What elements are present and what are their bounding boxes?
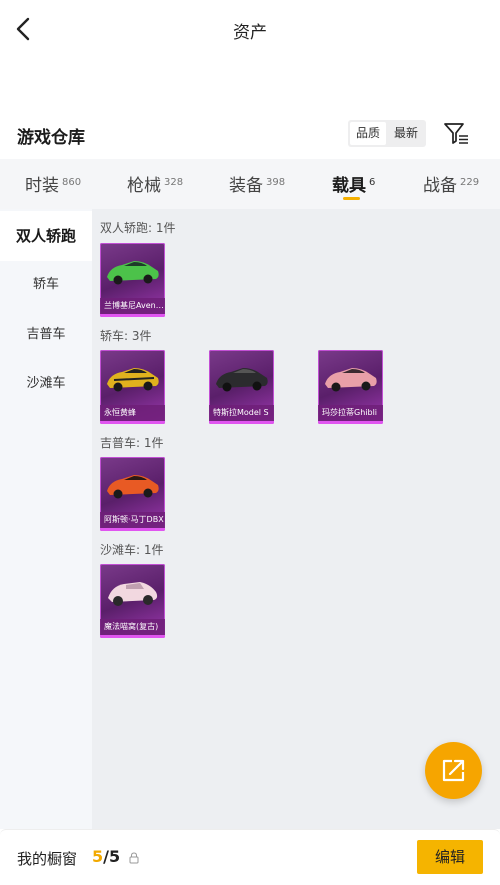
vehicle-name: 玛莎拉蒂Ghibli xyxy=(318,405,383,421)
vehicle-card[interactable]: 兰博基尼Aventador xyxy=(100,243,165,317)
tab-firearms[interactable]: 枪械 328 xyxy=(127,171,183,196)
tab-count: 398 xyxy=(266,177,286,188)
vehicle-card[interactable]: 玛莎拉蒂Ghibli xyxy=(318,350,383,424)
tab-count: 6 xyxy=(369,177,376,188)
sidebar-item-buggy[interactable]: 沙滩车 xyxy=(0,359,92,409)
share-icon xyxy=(442,759,465,782)
tab-label: 战备 xyxy=(423,176,457,196)
tab-vehicles[interactable]: 载具 6 xyxy=(332,171,375,196)
category-tabs: 时装 860 枪械 328 装备 398 载具 6 战备 229 xyxy=(0,159,500,209)
sort-quality-button[interactable]: 品质 xyxy=(350,122,386,145)
car-icon xyxy=(325,368,377,392)
tab-equipment[interactable]: 装备 398 xyxy=(229,171,285,196)
vehicle-name: 特斯拉Model S xyxy=(209,405,274,421)
tab-label: 载具 xyxy=(332,176,366,196)
tab-gear[interactable]: 战备 229 xyxy=(423,171,479,196)
car-icon xyxy=(108,582,158,606)
showcase-count: 5/5 xyxy=(92,847,120,866)
active-tab-indicator xyxy=(343,197,360,200)
showcase-count-current: 5 xyxy=(92,847,104,866)
group-title-jeep: 吉普车: 1件 xyxy=(100,436,164,450)
sidebar-item-jeep[interactable]: 吉普车 xyxy=(0,310,92,360)
filter-icon[interactable] xyxy=(443,121,469,145)
vehicle-name: 阿斯顿·马丁DBX xyxy=(100,512,165,528)
showcase-count-total: /5 xyxy=(103,847,121,866)
vehicle-name: 兰博基尼Aventador xyxy=(100,298,165,314)
tab-fashion[interactable]: 时装 860 xyxy=(25,171,81,196)
warehouse-title: 游戏仓库 xyxy=(17,128,85,148)
car-icon xyxy=(107,475,159,499)
tab-count: 860 xyxy=(62,177,82,188)
sort-toggle: 品质 最新 xyxy=(348,120,426,147)
showcase-label: 我的橱窗 xyxy=(17,850,78,868)
vehicle-list: 双人轿跑: 1件 兰博基尼Aventador 轿车: 3件 永恒黄蜂 特斯拉Mo… xyxy=(92,209,500,829)
group-title-buggy: 沙滩车: 1件 xyxy=(100,543,164,557)
edit-button[interactable]: 编辑 xyxy=(417,840,483,874)
car-icon xyxy=(216,368,268,392)
vehicle-name: 魔法喵窝(复古) xyxy=(100,619,165,635)
vehicle-card[interactable]: 阿斯顿·马丁DBX xyxy=(100,457,165,531)
tab-label: 枪械 xyxy=(127,176,161,196)
tab-label: 时装 xyxy=(25,176,59,196)
vehicle-card[interactable]: 特斯拉Model S xyxy=(209,350,274,424)
vehicle-card[interactable]: 永恒黄蜂 xyxy=(100,350,165,424)
share-button[interactable] xyxy=(425,742,482,799)
vehicle-type-sidebar: 双人轿跑 轿车 吉普车 沙滩车 xyxy=(0,209,92,829)
group-title-sedan: 轿车: 3件 xyxy=(100,329,152,343)
top-bar: 资产 xyxy=(0,0,500,60)
car-icon xyxy=(107,261,159,285)
tab-count: 328 xyxy=(164,177,184,188)
sort-newest-button[interactable]: 最新 xyxy=(388,122,424,145)
tab-label: 装备 xyxy=(229,176,263,196)
showcase-bar: 我的橱窗 5/5 编辑 xyxy=(0,829,500,885)
page-title: 资产 xyxy=(233,23,267,43)
sidebar-item-coupe[interactable]: 双人轿跑 xyxy=(0,211,92,261)
tab-count: 229 xyxy=(460,177,480,188)
car-icon xyxy=(107,368,159,392)
vehicle-name: 永恒黄蜂 xyxy=(100,405,165,421)
group-title-coupe: 双人轿跑: 1件 xyxy=(100,221,176,235)
lock-icon xyxy=(129,852,139,864)
vehicle-card[interactable]: 魔法喵窝(复古) xyxy=(100,564,165,638)
sidebar-item-sedan[interactable]: 轿车 xyxy=(0,260,92,310)
